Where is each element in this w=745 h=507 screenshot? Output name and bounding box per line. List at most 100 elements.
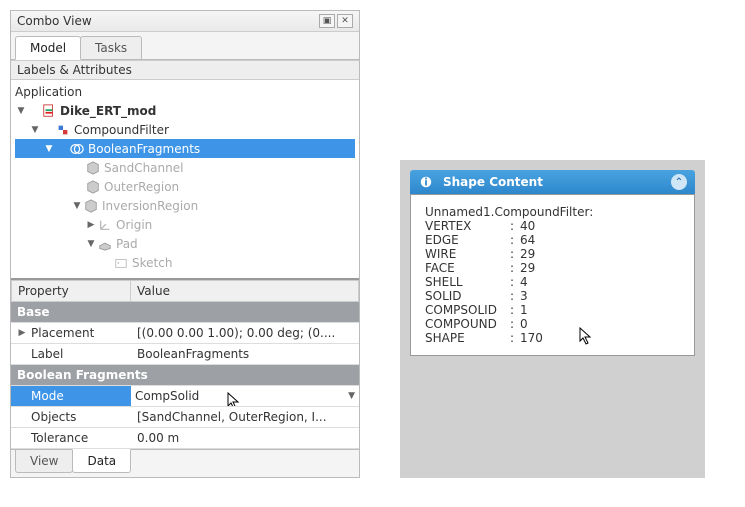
shape-key: COMPOUND [425,317,510,331]
shape-content-panel: Shape Content ⌃ Unnamed1.CompoundFilter:… [400,160,705,478]
col-value[interactable]: Value [131,280,359,302]
tree-label: InversionRegion [102,199,198,213]
tree-row-inversionregion[interactable]: ▼ InversionRegion [15,196,355,215]
tree-label: CompoundFilter [74,123,169,137]
shape-row: FACE: 29 [425,261,680,275]
tree-label: Pad [116,237,138,251]
prop-row-placement[interactable]: ▶Placement [(0.00 0.00 1.00); 0.00 deg; … [11,323,359,344]
shape-row: EDGE: 64 [425,233,680,247]
shape-value: 40 [520,219,535,233]
collapse-icon[interactable]: ⌃ [671,174,687,190]
origin-icon [97,217,113,233]
tree-row-boolean-fragments[interactable]: ▼ BooleanFragments [15,139,355,158]
tree-view[interactable]: Application ▼ Dike_ERT_mod ▼ CompoundFil… [11,80,359,278]
tab-view[interactable]: View [15,450,73,473]
shape-row: SOLID: 3 [425,289,680,303]
tree-row-sketch[interactable]: Sketch [15,253,355,272]
shape-key: SHELL [425,275,510,289]
panel-title: Combo View [17,14,319,28]
tab-data[interactable]: Data [72,449,131,473]
tree-label: SandChannel [104,161,183,175]
chevron-right-icon[interactable]: ▶ [85,220,97,230]
shape-value: 29 [520,247,535,261]
shape-value: 64 [520,233,535,247]
tree-row-sandchannel[interactable]: SandChannel [15,158,355,177]
shape-content-titlebar[interactable]: Shape Content ⌃ [410,170,695,194]
prop-group-boolf: Boolean Fragments [11,365,359,386]
shape-row: SHELL: 4 [425,275,680,289]
shape-value: 3 [520,289,528,303]
pad-icon [97,236,113,252]
chevron-down-icon[interactable]: ▼ [29,125,41,135]
shape-value: 0 [520,317,528,331]
property-editor: Property Value Base ▶Placement [(0.00 0.… [11,278,359,449]
boolean-fragments-icon [69,141,85,157]
mode-combobox[interactable]: CompSolid ▼ [131,386,359,407]
chevron-right-icon[interactable]: ▶ [17,328,27,338]
prop-value[interactable]: [SandChannel, OuterRegion, I... [131,407,359,428]
shape-row: WIRE: 29 [425,247,680,261]
shape-row: COMPSOLID: 1 [425,303,680,317]
shape-key: SHAPE [425,331,510,345]
shape-value: 1 [520,303,528,317]
mode-value: CompSolid [135,389,199,403]
info-icon [418,174,434,190]
tree-label: Dike_ERT_mod [60,104,156,118]
prop-value[interactable]: 0.00 m [131,428,359,449]
shape-row: SHAPE: 170 [425,331,680,345]
prop-row-label[interactable]: Label BooleanFragments [11,344,359,365]
shape-value: 170 [520,331,543,345]
col-property[interactable]: Property [11,280,131,302]
tree-label: Sketch [132,256,172,270]
tabs-bottom: View Data [11,449,359,477]
shape-key: VERTEX [425,219,510,233]
prop-row-tolerance[interactable]: Tolerance 0.00 m [11,428,359,449]
tree-label: OuterRegion [104,180,179,194]
shape-key: WIRE [425,247,510,261]
tab-tasks[interactable]: Tasks [80,36,142,59]
shape-content-title: Shape Content [443,175,543,189]
tree-row-compound[interactable]: ▼ CompoundFilter [15,120,355,139]
tree-row-pad[interactable]: ▼ Pad [15,234,355,253]
dock-icon[interactable]: ▣ [319,14,335,28]
shape-row: VERTEX: 40 [425,219,680,233]
shape-key: FACE [425,261,510,275]
chevron-down-icon[interactable]: ▼ [43,144,55,154]
tab-model[interactable]: Model [15,36,81,60]
prop-row-objects[interactable]: Objects [SandChannel, OuterRegion, I... [11,407,359,428]
close-icon[interactable]: ✕ [337,14,353,28]
tree-row-root[interactable]: ▼ Dike_ERT_mod [15,101,355,120]
shape-key: EDGE [425,233,510,247]
prop-row-mode[interactable]: Mode CompSolid ▼ [11,386,359,407]
compound-filter-icon [55,122,71,138]
shape-object-name: Unnamed1.CompoundFilter: [425,205,680,219]
shape-content-body: Unnamed1.CompoundFilter: VERTEX: 40EDGE:… [410,194,695,356]
prop-value[interactable]: [(0.00 0.00 1.00); 0.00 deg; (0.... [131,323,359,344]
cube-icon [83,198,99,214]
chevron-down-icon[interactable]: ▼ [348,391,355,401]
cursor-icon [579,327,593,345]
shape-row: COMPOUND: 0 [425,317,680,331]
labels-attributes-header: Labels & Attributes [11,60,359,80]
chevron-down-icon[interactable]: ▼ [85,239,97,249]
tree-row-origin[interactable]: ▶ Origin [15,215,355,234]
cube-icon [85,160,101,176]
shape-value: 29 [520,261,535,275]
tree-label: Application [15,85,82,99]
chevron-down-icon[interactable]: ▼ [15,106,27,116]
sketch-icon [113,255,129,271]
shape-value: 4 [520,275,528,289]
tree-label: Origin [116,218,152,232]
tree-row-outerregion[interactable]: OuterRegion [15,177,355,196]
panel-titlebar[interactable]: Combo View ▣ ✕ [11,11,359,32]
tree-row-application[interactable]: Application [15,82,355,101]
cube-icon [85,179,101,195]
prop-value[interactable]: BooleanFragments [131,344,359,365]
tabs-top: Model Tasks [11,32,359,60]
shape-key: SOLID [425,289,510,303]
chevron-down-icon[interactable]: ▼ [71,201,83,211]
prop-group-base: Base [11,302,359,323]
shape-key: COMPSOLID [425,303,510,317]
cursor-icon [227,392,241,407]
tree-label: BooleanFragments [88,142,200,156]
